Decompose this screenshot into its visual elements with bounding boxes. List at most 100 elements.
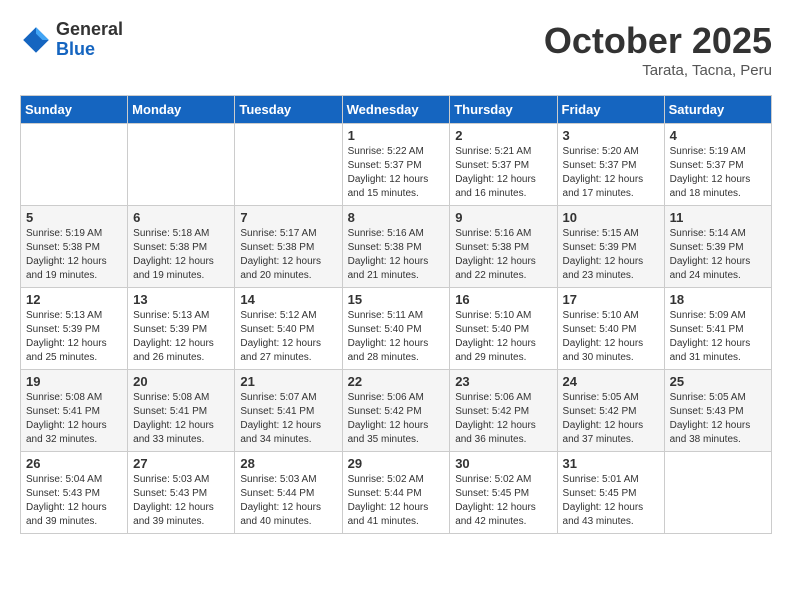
month-title: October 2025 [544, 20, 772, 62]
day-number: 27 [133, 456, 229, 471]
calendar-cell: 22 Sunrise: 5:06 AM Sunset: 5:42 PM Dayli… [342, 370, 450, 452]
calendar-day-header: Tuesday [235, 96, 342, 124]
calendar-cell [235, 124, 342, 206]
calendar-cell: 23Sunrise: 5:06 AM Sunset: 5:42 PM Dayli… [450, 370, 557, 452]
day-info: Sunrise: 5:02 AM Sunset: 5:44 PM Dayligh… [348, 473, 445, 529]
calendar-header-row: SundayMondayTuesdayWednesdayThursdayFrid… [21, 96, 772, 124]
calendar-cell: 10 Sunrise: 5:15 AM Sunset: 5:39 PM Dayli… [557, 206, 664, 288]
calendar-cell: 7 Sunrise: 5:17 AM Sunset: 5:38 PM Daylig… [235, 206, 342, 288]
day-info: Sunrise: 5:15 AM Sunset: 5:39 PM Dayligh… [563, 227, 659, 283]
day-number: 7 [240, 210, 336, 225]
calendar-cell: 1 Sunrise: 5:22 AM Sunset: 5:37 PM Daylig… [342, 124, 450, 206]
calendar-day-header: Wednesday [342, 96, 450, 124]
day-number: 9 [455, 210, 551, 225]
calendar-cell: 28 Sunrise: 5:03 AM Sunset: 5:44 PM Dayli… [235, 452, 342, 534]
calendar-cell [21, 124, 128, 206]
day-info: Sunrise: 5:03 AM Sunset: 5:43 PM Dayligh… [133, 473, 229, 529]
calendar-cell: 5 Sunrise: 5:19 AM Sunset: 5:38 PM Daylig… [21, 206, 128, 288]
calendar-cell: 4 Sunrise: 5:19 AM Sunset: 5:37 PM Daylig… [664, 124, 771, 206]
calendar-cell: 12 Sunrise: 5:13 AM Sunset: 5:39 PM Dayli… [21, 288, 128, 370]
logo-general-text: General [56, 20, 123, 40]
day-info: Sunrise: 5:10 AM Sunset: 5:40 PM Dayligh… [563, 309, 659, 365]
calendar-cell: 27 Sunrise: 5:03 AM Sunset: 5:43 PM Dayli… [128, 452, 235, 534]
day-number: 14 [240, 292, 336, 307]
day-info: Sunrise: 5:19 AM Sunset: 5:37 PM Dayligh… [670, 145, 766, 201]
calendar-cell [128, 124, 235, 206]
day-number: 26 [26, 456, 122, 471]
day-info: Sunrise: 5:22 AM Sunset: 5:37 PM Dayligh… [348, 145, 445, 201]
day-info: Sunrise: 5:20 AM Sunset: 5:37 PM Dayligh… [563, 145, 659, 201]
logo-blue-text: Blue [56, 40, 123, 60]
calendar-cell: 6Sunrise: 5:18 AM Sunset: 5:38 PM Daylig… [128, 206, 235, 288]
day-number: 28 [240, 456, 336, 471]
day-info: Sunrise: 5:17 AM Sunset: 5:38 PM Dayligh… [240, 227, 336, 283]
calendar-cell: 14Sunrise: 5:12 AM Sunset: 5:40 PM Dayli… [235, 288, 342, 370]
day-info: Sunrise: 5:11 AM Sunset: 5:40 PM Dayligh… [348, 309, 445, 365]
calendar-cell: 25 Sunrise: 5:05 AM Sunset: 5:43 PM Dayli… [664, 370, 771, 452]
calendar-cell: 30Sunrise: 5:02 AM Sunset: 5:45 PM Dayli… [450, 452, 557, 534]
calendar-cell: 24Sunrise: 5:05 AM Sunset: 5:42 PM Dayli… [557, 370, 664, 452]
day-number: 10 [563, 210, 659, 225]
day-number: 18 [670, 292, 766, 307]
day-number: 23 [455, 374, 551, 389]
day-number: 30 [455, 456, 551, 471]
calendar-cell: 20Sunrise: 5:08 AM Sunset: 5:41 PM Dayli… [128, 370, 235, 452]
day-number: 21 [240, 374, 336, 389]
day-info: Sunrise: 5:08 AM Sunset: 5:41 PM Dayligh… [26, 391, 122, 447]
calendar-day-header: Sunday [21, 96, 128, 124]
day-info: Sunrise: 5:16 AM Sunset: 5:38 PM Dayligh… [455, 227, 551, 283]
day-number: 31 [563, 456, 659, 471]
day-number: 13 [133, 292, 229, 307]
calendar-week-row: 1 Sunrise: 5:22 AM Sunset: 5:37 PM Daylig… [21, 124, 772, 206]
day-number: 12 [26, 292, 122, 307]
calendar-cell: 29 Sunrise: 5:02 AM Sunset: 5:44 PM Dayli… [342, 452, 450, 534]
calendar-day-header: Monday [128, 96, 235, 124]
calendar-week-row: 26Sunrise: 5:04 AM Sunset: 5:43 PM Dayli… [21, 452, 772, 534]
page-header: General Blue October 2025 Tarata, Tacna,… [20, 20, 772, 79]
day-info: Sunrise: 5:08 AM Sunset: 5:41 PM Dayligh… [133, 391, 229, 447]
calendar-cell: 21Sunrise: 5:07 AM Sunset: 5:41 PM Dayli… [235, 370, 342, 452]
day-number: 16 [455, 292, 551, 307]
day-number: 4 [670, 128, 766, 143]
logo: General Blue [20, 20, 123, 60]
day-info: Sunrise: 5:06 AM Sunset: 5:42 PM Dayligh… [348, 391, 445, 447]
calendar-cell: 2 Sunrise: 5:21 AM Sunset: 5:37 PM Daylig… [450, 124, 557, 206]
calendar-week-row: 5 Sunrise: 5:19 AM Sunset: 5:38 PM Daylig… [21, 206, 772, 288]
calendar-cell: 15 Sunrise: 5:11 AM Sunset: 5:40 PM Dayli… [342, 288, 450, 370]
calendar-cell: 16Sunrise: 5:10 AM Sunset: 5:40 PM Dayli… [450, 288, 557, 370]
day-number: 29 [348, 456, 445, 471]
day-number: 15 [348, 292, 445, 307]
day-number: 17 [563, 292, 659, 307]
day-info: Sunrise: 5:19 AM Sunset: 5:38 PM Dayligh… [26, 227, 122, 283]
day-number: 22 [348, 374, 445, 389]
calendar-week-row: 12 Sunrise: 5:13 AM Sunset: 5:39 PM Dayli… [21, 288, 772, 370]
calendar-cell: 18Sunrise: 5:09 AM Sunset: 5:41 PM Dayli… [664, 288, 771, 370]
logo-icon [20, 24, 52, 56]
calendar-cell: 31 Sunrise: 5:01 AM Sunset: 5:45 PM Dayli… [557, 452, 664, 534]
title-block: October 2025 Tarata, Tacna, Peru [544, 20, 772, 79]
calendar-cell: 9 Sunrise: 5:16 AM Sunset: 5:38 PM Daylig… [450, 206, 557, 288]
day-number: 19 [26, 374, 122, 389]
day-info: Sunrise: 5:21 AM Sunset: 5:37 PM Dayligh… [455, 145, 551, 201]
day-number: 25 [670, 374, 766, 389]
calendar-table: SundayMondayTuesdayWednesdayThursdayFrid… [20, 95, 772, 534]
day-number: 8 [348, 210, 445, 225]
day-number: 1 [348, 128, 445, 143]
day-info: Sunrise: 5:05 AM Sunset: 5:43 PM Dayligh… [670, 391, 766, 447]
day-number: 11 [670, 210, 766, 225]
location-subtitle: Tarata, Tacna, Peru [544, 62, 772, 79]
calendar-cell: 8Sunrise: 5:16 AM Sunset: 5:38 PM Daylig… [342, 206, 450, 288]
calendar-cell: 11Sunrise: 5:14 AM Sunset: 5:39 PM Dayli… [664, 206, 771, 288]
day-info: Sunrise: 5:01 AM Sunset: 5:45 PM Dayligh… [563, 473, 659, 529]
calendar-cell [664, 452, 771, 534]
day-info: Sunrise: 5:05 AM Sunset: 5:42 PM Dayligh… [563, 391, 659, 447]
day-info: Sunrise: 5:03 AM Sunset: 5:44 PM Dayligh… [240, 473, 336, 529]
day-number: 5 [26, 210, 122, 225]
day-number: 3 [563, 128, 659, 143]
calendar-cell: 3 Sunrise: 5:20 AM Sunset: 5:37 PM Daylig… [557, 124, 664, 206]
day-number: 2 [455, 128, 551, 143]
day-info: Sunrise: 5:13 AM Sunset: 5:39 PM Dayligh… [26, 309, 122, 365]
calendar-cell: 13Sunrise: 5:13 AM Sunset: 5:39 PM Dayli… [128, 288, 235, 370]
day-info: Sunrise: 5:18 AM Sunset: 5:38 PM Dayligh… [133, 227, 229, 283]
calendar-week-row: 19 Sunrise: 5:08 AM Sunset: 5:41 PM Dayli… [21, 370, 772, 452]
